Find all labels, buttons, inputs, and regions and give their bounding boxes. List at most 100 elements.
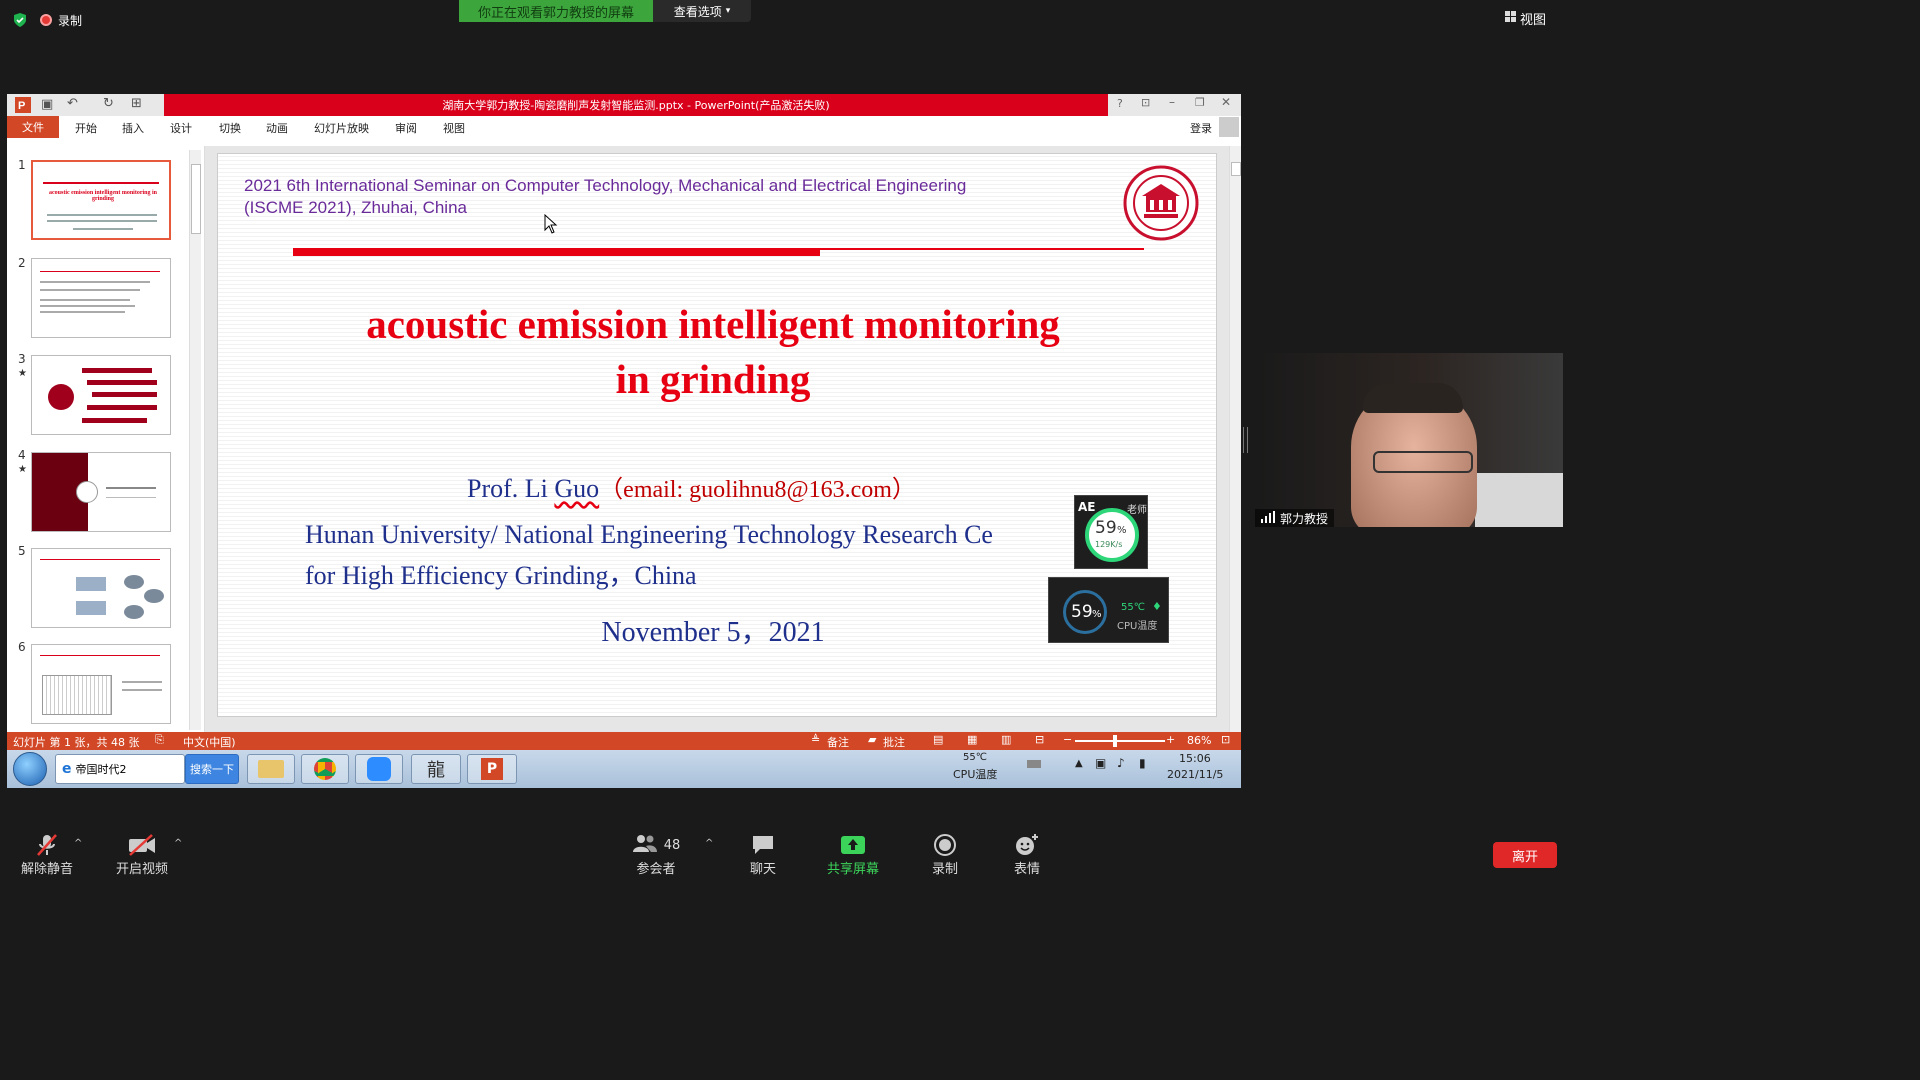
taskbar-date[interactable]: 2021/11/5 [1167, 768, 1223, 781]
comments-button[interactable]: 批注 [883, 734, 905, 750]
tray-expand-icon[interactable]: ▲ [1075, 758, 1083, 769]
zoom-out-icon[interactable]: − [1063, 733, 1072, 746]
powerpoint-taskbar-icon[interactable]: P [467, 754, 517, 784]
zoom-slider-handle[interactable] [1113, 735, 1117, 747]
slide-sorter-icon[interactable]: ▦ [967, 733, 977, 746]
affiliation-line-2: for High Efficiency Grinding，China [305, 561, 697, 590]
menu-transitions[interactable]: 切换 [219, 120, 241, 136]
thumb-star-icon: ★ [18, 368, 27, 379]
chrome-icon[interactable] [301, 754, 349, 784]
user-avatar-icon[interactable] [1219, 117, 1239, 137]
record-indicator[interactable]: 录制 [40, 10, 82, 30]
mouse-cursor-icon [544, 213, 558, 238]
share-screen-button[interactable]: 共享屏幕 [818, 832, 888, 877]
redo-icon[interactable]: ↻ [103, 96, 114, 111]
slideshow-start-icon[interactable]: ⊞ [131, 96, 142, 111]
thumbnail-6[interactable] [31, 644, 171, 724]
thumbnail-4[interactable] [31, 452, 171, 532]
ie-window-title: 帝国时代2 [75, 763, 127, 776]
reading-view-icon[interactable]: ▥ [1001, 733, 1011, 746]
thumbnail-1[interactable]: acoustic emission intelligent monitoring… [31, 160, 171, 240]
canvas-scrollbar[interactable] [1229, 146, 1241, 734]
view-options-button[interactable]: 查看选项 ▾ [653, 0, 751, 22]
slide-counter: 幻灯片 第 1 张，共 48 张 [13, 736, 140, 749]
language-indicator[interactable]: 中文(中国) [183, 734, 236, 750]
dragon-app-icon[interactable]: 龍 [411, 754, 461, 784]
close-icon[interactable]: ✕ [1221, 95, 1231, 109]
thumbnails-scrollbar[interactable] [189, 150, 201, 730]
view-button[interactable]: 视图 [1505, 8, 1546, 28]
chat-button[interactable]: 聊天 [728, 832, 798, 877]
thumbnail-3[interactable] [31, 355, 171, 435]
zoom-app-icon[interactable] [355, 754, 403, 784]
start-video-button[interactable]: 开启视频 [107, 832, 177, 877]
thumb-number: 3 [18, 352, 26, 366]
audio-options-chevron-icon[interactable]: ^ [74, 838, 82, 849]
notes-button[interactable]: 备注 [827, 734, 849, 750]
scrollbar-thumb[interactable] [191, 164, 201, 234]
save-icon[interactable]: ▣ [41, 97, 53, 112]
taskbar-search-button[interactable]: 搜索一下 [185, 754, 239, 784]
spellcheck-icon[interactable]: ⎘ [155, 733, 164, 747]
speed-readout: 129K/s [1095, 540, 1123, 549]
taskbar-time[interactable]: 15:06 [1179, 752, 1211, 765]
thumbnail-5[interactable] [31, 548, 171, 628]
menu-view[interactable]: 视图 [443, 120, 465, 136]
author-name: Guo [554, 474, 600, 503]
participant-video-tile[interactable]: 郭力教授 [1253, 353, 1563, 527]
leave-meeting-button[interactable]: 离开 [1493, 842, 1557, 868]
zoom-slider[interactable] [1075, 735, 1165, 747]
menu-home[interactable]: 开始 [75, 120, 97, 136]
menu-insert[interactable]: 插入 [122, 120, 144, 136]
percent-big: 59 [1071, 602, 1093, 622]
menu-design[interactable]: 设计 [170, 120, 192, 136]
participants-chevron-icon[interactable]: ^ [705, 838, 713, 849]
shared-screen: P ▣ ↶ ↻ ⊞ 湖南大学郭力教授-陶瓷磨削声发射智能监测.pptx - Po… [7, 94, 1241, 788]
menu-review[interactable]: 审阅 [395, 120, 417, 136]
participant-glasses [1373, 451, 1473, 473]
explorer-folder-icon[interactable] [247, 754, 295, 784]
menu-animations[interactable]: 动画 [266, 120, 288, 136]
normal-view-icon[interactable]: ▤ [933, 733, 943, 746]
zoom-control-bar: 解除静音 ^ 开启视频 ^ 48 参会者 ^ 聊天 共享屏幕 录制 表情 [0, 824, 1568, 882]
network-monitor-widget[interactable]: AE 老师 59 % 129K/s [1074, 495, 1148, 569]
scrollbar-thumb[interactable] [1231, 162, 1241, 176]
login-link[interactable]: 登录 [1190, 120, 1212, 136]
fit-slide-icon[interactable]: ⊡ [1221, 733, 1230, 746]
restore-icon[interactable]: ❐ [1195, 96, 1205, 109]
signal-icon[interactable]: ▮ [1139, 756, 1146, 770]
resize-handle[interactable] [1243, 427, 1248, 453]
share-screen-label: 共享屏幕 [826, 862, 879, 877]
thumbnail-2[interactable] [31, 258, 171, 338]
menu-slideshow[interactable]: 幻灯片放映 [314, 120, 369, 136]
zoom-in-icon[interactable]: + [1166, 733, 1175, 746]
grid-icon [1505, 10, 1516, 26]
ribbon-options-icon[interactable]: ⊡ [1141, 96, 1150, 109]
taskbar-ie-window[interactable]: e 帝国时代2 [55, 754, 185, 784]
menu-file[interactable]: 文件 [7, 116, 59, 138]
unmute-label: 解除静音 [20, 862, 73, 877]
thumb-star-icon: ★ [18, 464, 27, 475]
volume-icon[interactable]: ♪ [1117, 756, 1125, 770]
unmute-button[interactable]: 解除静音 [12, 832, 82, 877]
keyboard-icon[interactable] [1027, 760, 1041, 768]
comments-icon[interactable]: ▰ [868, 733, 876, 746]
cpu-temp-widget[interactable]: 59 % 55℃ ♦ CPU温度 [1048, 577, 1169, 643]
start-button-icon[interactable] [13, 752, 47, 786]
minimize-icon[interactable]: – [1169, 95, 1175, 109]
slideshow-view-icon[interactable]: ⊟ [1035, 733, 1044, 746]
participant-name: 郭力教授 [1280, 511, 1329, 526]
zoom-level[interactable]: 86% [1187, 734, 1211, 747]
powerpoint-logo-icon: P [15, 97, 31, 117]
notes-icon[interactable]: ≜ [811, 733, 820, 746]
undo-icon[interactable]: ↶ [67, 96, 78, 111]
network-tray-icon[interactable]: ▣ [1095, 756, 1106, 770]
record-dot-icon [40, 14, 52, 26]
participants-button[interactable]: 48 参会者 [621, 832, 691, 877]
record-button[interactable]: 录制 [910, 832, 980, 877]
shield-icon[interactable] [12, 12, 28, 32]
video-options-chevron-icon[interactable]: ^ [174, 838, 182, 849]
reactions-button[interactable]: 表情 [992, 832, 1062, 877]
seminar-line-2: (ISCME 2021), Zhuhai, China [244, 198, 467, 217]
help-icon[interactable]: ? [1117, 97, 1123, 110]
